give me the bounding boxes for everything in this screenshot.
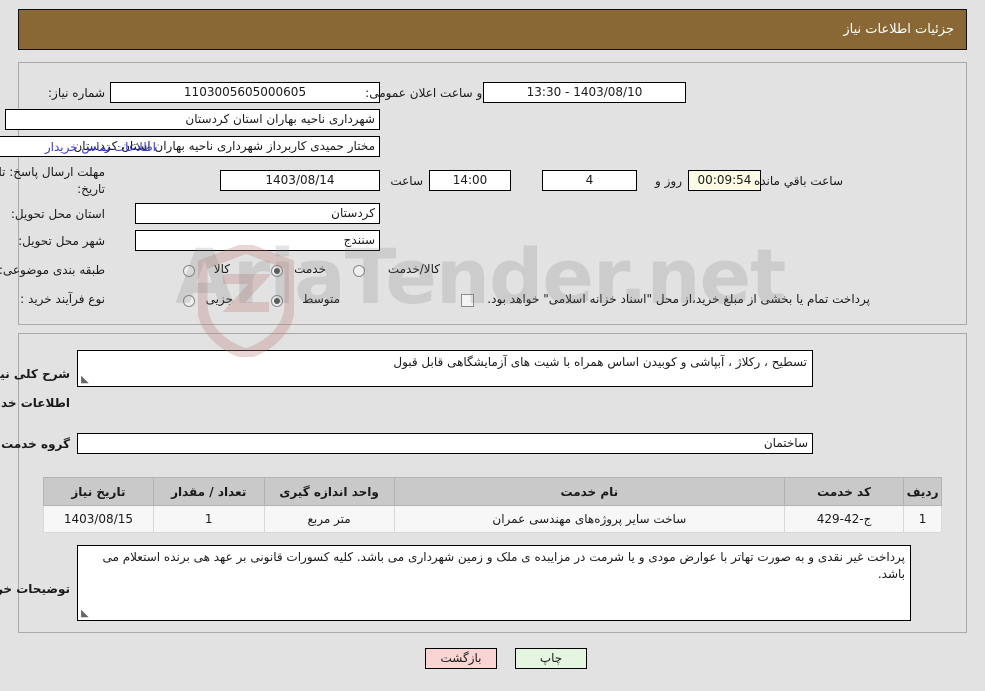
cell-row: 1 [903, 505, 942, 533]
delivery-city-value: سنندج [135, 230, 380, 251]
deadline-time-value: 14:00 [429, 170, 511, 191]
column-header-qty: تعداد / مقدار [152, 477, 265, 506]
need-number-value: 1103005605000605 [110, 82, 380, 103]
delivery-city-label: شهر محل تحویل: [18, 234, 105, 248]
service-group-label: گروه خدمت: [0, 437, 70, 451]
countdown-timer: 00:09:54 [688, 170, 761, 191]
islamic-treasury-checkbox[interactable] [461, 294, 474, 307]
page-title: جزئیات اطلاعات نیاز [843, 22, 954, 37]
radio-process-minor[interactable] [183, 295, 195, 307]
buyer-contact-link[interactable]: اطلاعات تماس خریدار [45, 140, 156, 154]
column-header-unit: واحد اندازه گیری [263, 477, 395, 506]
general-description-textarea[interactable]: تسطیح ، رکلاژ ، آبپاشی و کوبیدن اساس همر… [77, 350, 813, 387]
days-label: روز و [655, 174, 682, 188]
radio-category-goods-service[interactable] [353, 265, 365, 277]
column-header-date: تاریخ نیاز [43, 477, 154, 506]
need-number-label: شماره نیاز: [48, 86, 105, 100]
cell-name: ساخت سایر پروژه‌های مهندسی عمران [393, 505, 786, 533]
radio-process-medium[interactable] [271, 295, 283, 307]
table-header-row: ردیف کد خدمت نام خدمت واحد اندازه گیری ت… [43, 477, 942, 506]
resize-grip-icon[interactable]: ◢ [81, 374, 90, 385]
back-button[interactable]: بازگشت [425, 648, 497, 669]
deadline-label-line2: تاریخ: [77, 182, 105, 196]
deadline-date-value: 1403/08/14 [220, 170, 380, 191]
deadline-label-line1: مهلت ارسال پاسخ: تا [0, 165, 105, 179]
page-title-bar: جزئیات اطلاعات نیاز [18, 9, 967, 50]
cell-unit: متر مربع [263, 505, 395, 533]
service-group-value: ساختمان [77, 433, 813, 454]
radio-process-medium-label: متوسط [302, 292, 340, 306]
print-button[interactable]: چاپ [515, 648, 587, 669]
hour-label: ساعت [390, 174, 423, 188]
buyer-org-value: شهرداری ناحیه بهاران استان کردستان [5, 109, 380, 130]
radio-process-minor-label: جزیی [205, 292, 233, 306]
buyer-notes-label: توضیحات خریدار: [0, 582, 70, 596]
islamic-treasury-label: پرداخت تمام یا بخشی از مبلغ خرید،از محل … [487, 292, 870, 306]
purchase-process-label: نوع فرآیند خرید : [20, 292, 105, 306]
services-table: ردیف کد خدمت نام خدمت واحد اندازه گیری ت… [43, 477, 942, 533]
radio-category-goods[interactable] [183, 265, 195, 277]
column-header-name: نام خدمت [393, 477, 786, 506]
cell-code: ج-42-429 [784, 505, 905, 533]
column-header-row: ردیف [903, 477, 942, 506]
column-header-code: کد خدمت [784, 477, 905, 506]
cell-qty: 1 [152, 505, 265, 533]
radio-category-service-label: خدمت [294, 262, 326, 276]
radio-category-service[interactable] [271, 265, 283, 277]
resize-grip-icon[interactable]: ◢ [81, 608, 90, 619]
general-description-text: تسطیح ، رکلاژ ، آبپاشی و کوبیدن اساس همر… [393, 355, 807, 369]
buyer-notes-textarea[interactable]: پرداخت غیر نقدی و به صورت تهاتر با عوارض… [77, 545, 911, 621]
general-description-label: شرح کلی نیاز: [0, 367, 70, 381]
cell-date: 1403/08/15 [43, 505, 154, 533]
public-announcement-value: 1403/08/10 - 13:30 [483, 82, 686, 103]
services-section-title: اطلاعات خدمات مورد نیاز [0, 396, 70, 410]
buyer-notes-text: پرداخت غیر نقدی و به صورت تهاتر با عوارض… [102, 550, 905, 581]
table-row: 1 ج-42-429 ساخت سایر پروژه‌های مهندسی عم… [43, 505, 942, 533]
delivery-province-label: استان محل تحویل: [10, 207, 105, 221]
remaining-days-value: 4 [542, 170, 637, 191]
delivery-province-value: کردستان [135, 203, 380, 224]
remaining-hours-label: ساعت باقي مانده [753, 174, 843, 188]
subject-category-label: طبقه بندی موضوعی: [0, 263, 105, 277]
radio-category-goods-label: کالا [213, 262, 230, 276]
radio-category-goods-service-label: کالا/خدمت [387, 262, 440, 276]
